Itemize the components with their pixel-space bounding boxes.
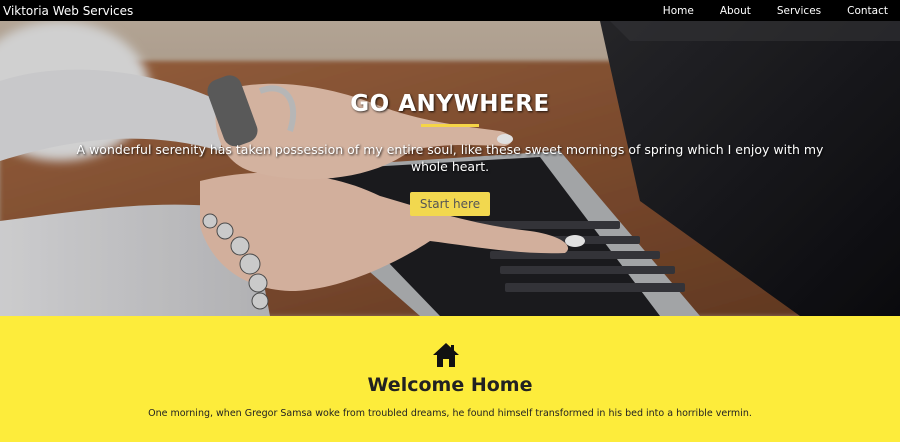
nav-link-home[interactable]: Home	[663, 5, 694, 17]
navbar: Viktoria Web Services Home About Service…	[0, 0, 900, 21]
brand-link[interactable]: Viktoria Web Services	[3, 4, 133, 18]
welcome-text: One morning, when Gregor Samsa woke from…	[148, 408, 752, 419]
hero-title: GO ANYWHERE	[350, 91, 550, 117]
nav-link-contact[interactable]: Contact	[847, 5, 888, 17]
nav-link-about[interactable]: About	[720, 5, 751, 17]
start-here-button[interactable]: Start here	[409, 192, 491, 216]
nav-link-services[interactable]: Services	[777, 5, 821, 17]
home-icon	[433, 343, 459, 367]
welcome-title: Welcome Home	[367, 374, 533, 396]
hero-section: GO ANYWHERE A wonderful serenity has tak…	[0, 21, 900, 316]
nav-links: Home About Services Contact	[637, 5, 888, 17]
hero-content: GO ANYWHERE A wonderful serenity has tak…	[0, 91, 900, 216]
hero-text: A wonderful serenity has taken possessio…	[76, 142, 824, 174]
welcome-section: Welcome Home One morning, when Gregor Sa…	[0, 316, 900, 442]
hero-divider	[421, 124, 479, 127]
